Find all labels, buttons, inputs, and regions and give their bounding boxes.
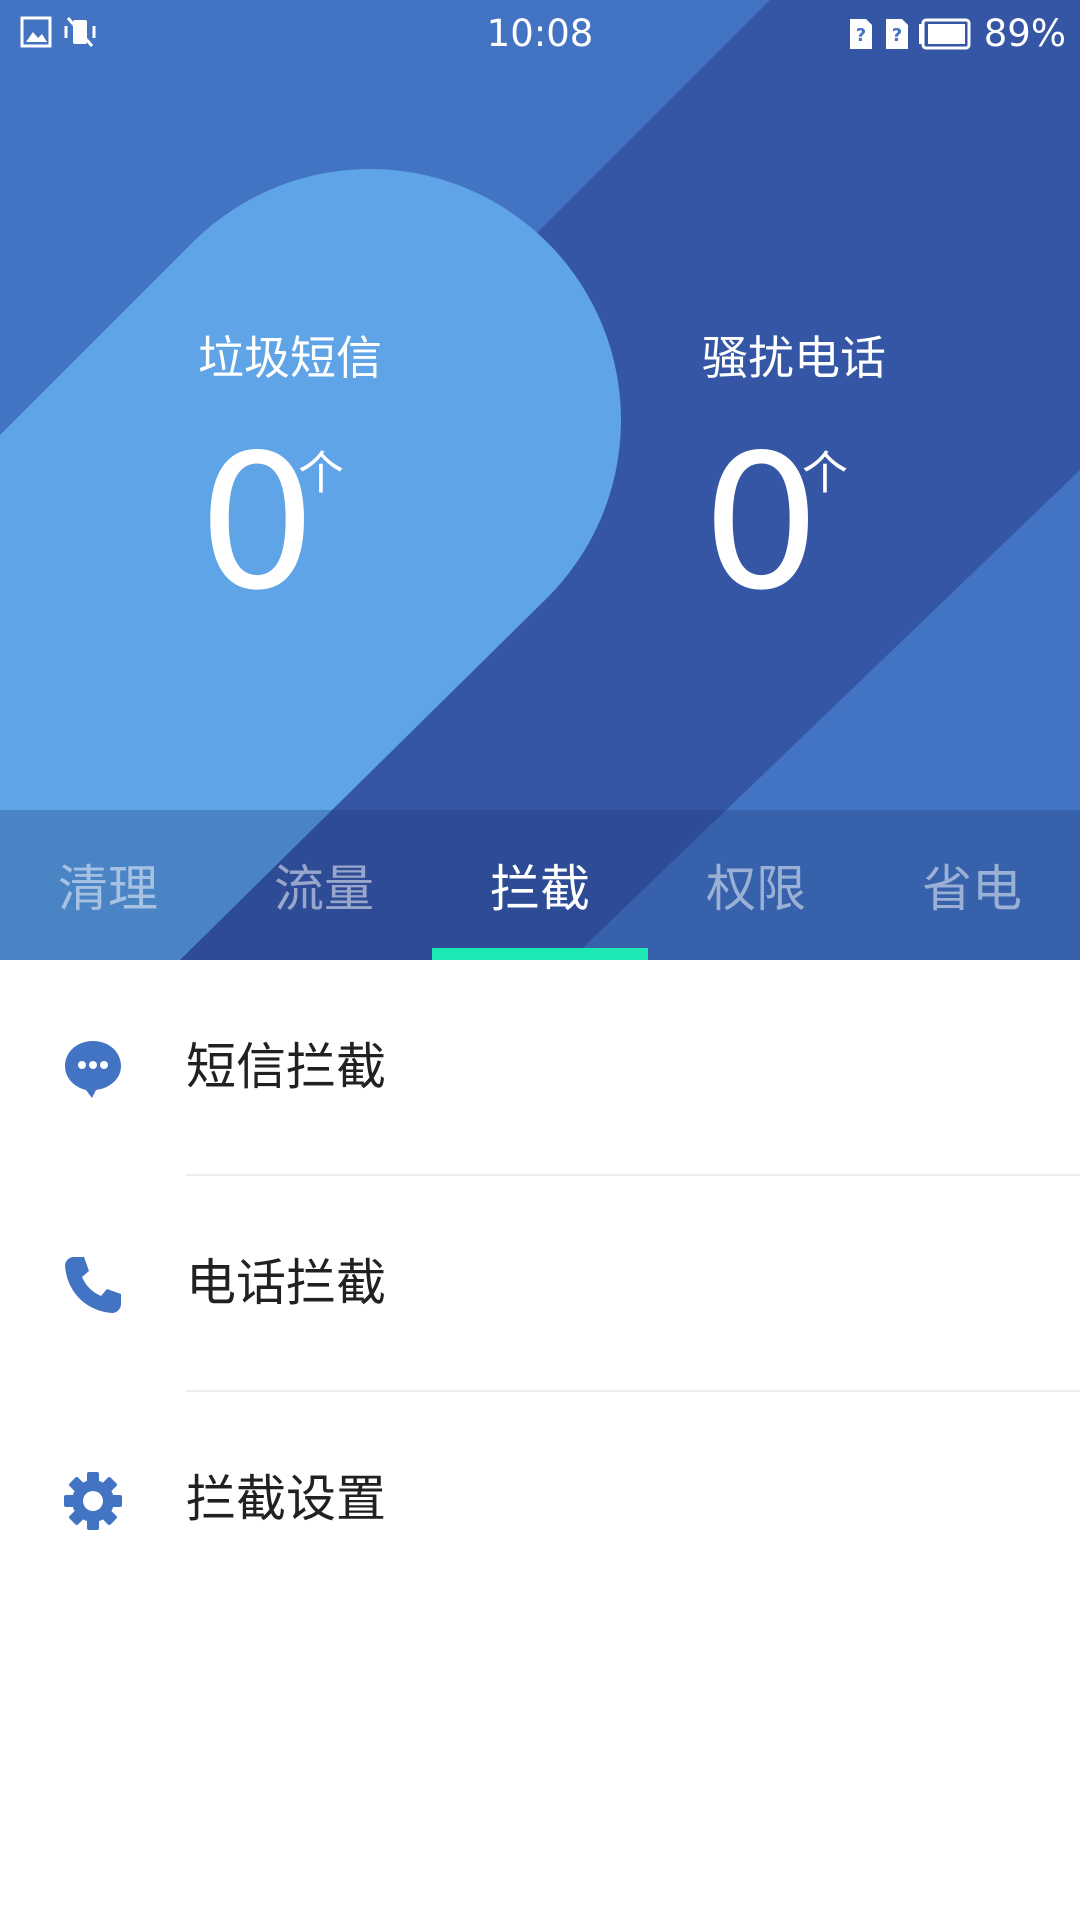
battery-percentage: 89% [983,12,1066,55]
spam-sms-label: 垃圾短信 [198,331,382,385]
header-panel: 10:08 ? ? 89% 垃圾短信 0 个 骚扰电话 0 个 清理 流量 拦截… [0,0,1080,960]
tab-data-usage[interactable]: 流量 [216,810,432,960]
list-item-label: 电话拦截 [186,1254,386,1312]
tab-bar: 清理 流量 拦截 权限 省电 [0,810,1080,960]
battery-icon [918,18,971,50]
list-item-block-settings[interactable]: 拦截设置 [0,1392,1080,1608]
status-bar: 10:08 ? ? 89% [0,0,1080,68]
phone-icon [65,1257,121,1313]
list-item-label: 拦截设置 [186,1470,386,1528]
harassment-call-label: 骚扰电话 [702,331,886,385]
list-item-sms-block[interactable]: 短信拦截 [0,960,1080,1176]
tab-clean[interactable]: 清理 [0,810,216,960]
tab-active-indicator [432,948,648,960]
block-options-list: 短信拦截 电话拦截 拦截设置 [0,960,1080,1608]
list-item-label: 短信拦截 [186,1038,386,1096]
gear-icon [64,1472,122,1530]
harassment-call-counter[interactable]: 骚扰电话 0 个 [702,328,1002,616]
spam-sms-counter[interactable]: 垃圾短信 0 个 [198,328,498,616]
message-icon [65,1041,121,1098]
svg-text:?: ? [892,25,902,46]
sim1-unknown-icon: ? [849,19,872,49]
harassment-call-unit: 个 [802,446,848,500]
tab-permissions[interactable]: 权限 [648,810,864,960]
svg-text:?: ? [856,25,866,46]
tab-block-label: 拦截 [490,860,590,918]
list-item-call-block[interactable]: 电话拦截 [0,1176,1080,1392]
spam-sms-unit: 个 [298,446,344,500]
sim2-unknown-icon: ? [885,19,908,49]
tab-block[interactable]: 拦截 [432,810,648,960]
tab-power-saving[interactable]: 省电 [864,810,1080,960]
